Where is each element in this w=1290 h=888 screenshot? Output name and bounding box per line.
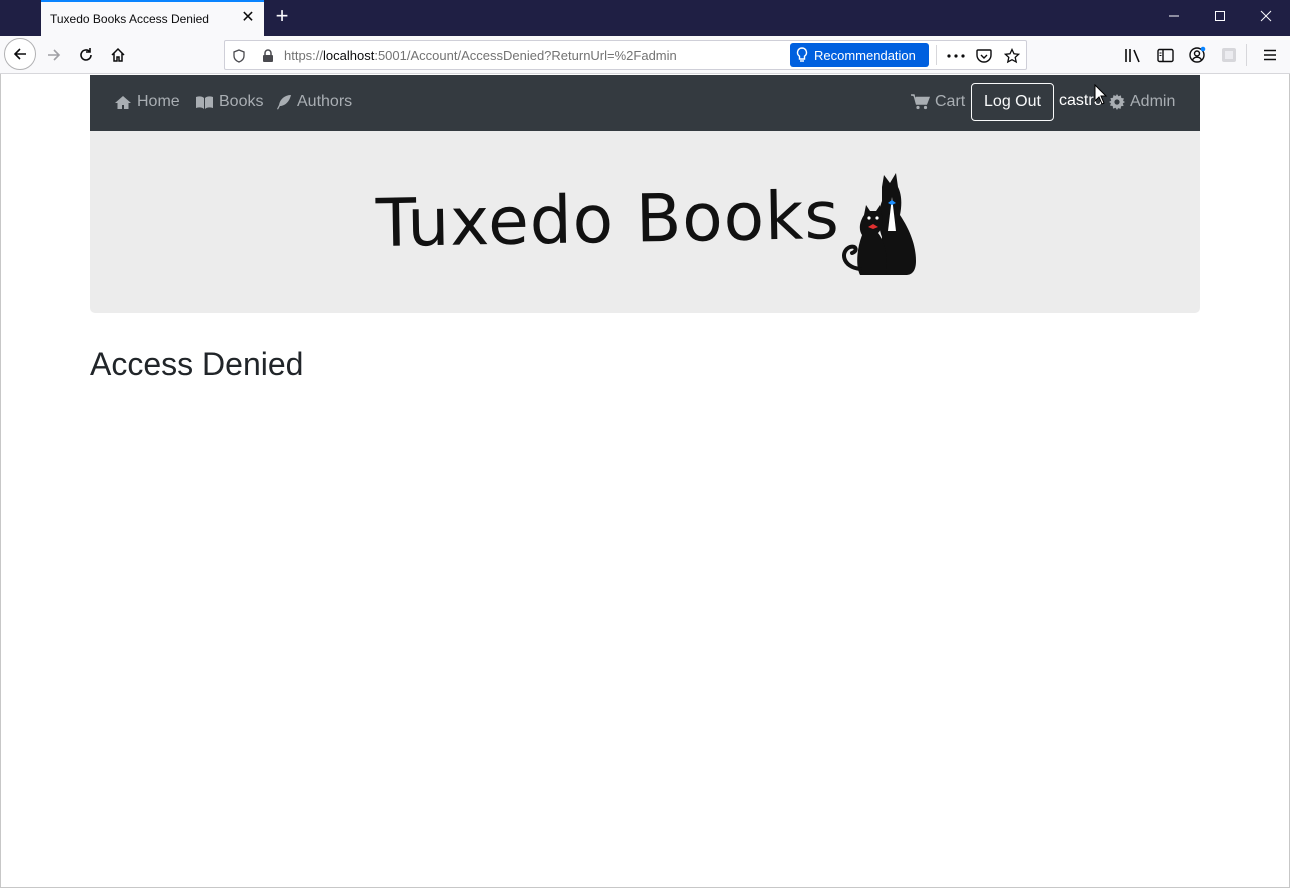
browser-tab-active[interactable]: Tuxedo Books Access Denied ✕ [41, 0, 264, 36]
close-window-icon[interactable] [1243, 0, 1289, 34]
nav-admin-link[interactable]: Admin [1109, 93, 1175, 111]
tab-title: Tuxedo Books Access Denied [50, 12, 209, 26]
url-separator [936, 45, 937, 65]
cart-icon [911, 94, 930, 110]
tuxedo-cats-logo-icon [842, 173, 916, 275]
nav-cart-link[interactable]: Cart [911, 93, 965, 111]
nav-authors-link[interactable]: Authors [276, 93, 352, 111]
url-path: :5001/Account/AccessDenied?ReturnUrl=%2F… [374, 48, 677, 63]
recommendation-label: Recommendation [814, 47, 916, 63]
nav-home-link[interactable]: Home [114, 93, 180, 111]
tab-close-icon[interactable]: ✕ [240, 10, 256, 26]
bookmark-star-icon[interactable] [1002, 46, 1022, 66]
book-open-icon [196, 95, 213, 109]
maximize-icon[interactable] [1197, 0, 1243, 34]
address-bar[interactable]: https://localhost:5001/Account/AccessDen… [224, 40, 1027, 70]
forward-button[interactable] [39, 40, 69, 70]
home-icon [115, 95, 131, 109]
url-prefix: https:// [284, 48, 324, 63]
nav-books-link[interactable]: Books [195, 93, 263, 111]
nav-authors-label: Authors [297, 93, 353, 110]
lock-icon[interactable] [258, 46, 278, 66]
feather-icon [277, 95, 291, 110]
nav-admin-label: Admin [1130, 93, 1176, 110]
home-button[interactable] [103, 40, 133, 70]
minimize-icon[interactable] [1151, 0, 1197, 34]
logo-text: Tuxedo Books [375, 176, 841, 263]
account-icon[interactable] [1186, 44, 1208, 66]
nav-books-label: Books [219, 93, 264, 110]
extension-icon[interactable] [1218, 44, 1240, 66]
recommendation-button[interactable]: Recommendation [790, 43, 929, 67]
url-host: localhost [323, 48, 375, 63]
gear-icon [1109, 94, 1125, 110]
page-actions-icon[interactable] [946, 46, 966, 66]
browser-titlebar: Tuxedo Books Access Denied ✕ + [0, 0, 1290, 36]
pocket-icon[interactable] [974, 46, 994, 66]
sidebar-icon[interactable] [1154, 44, 1176, 66]
mouse-cursor-icon [1094, 84, 1108, 105]
menu-icon[interactable] [1259, 44, 1281, 66]
nav-home-label: Home [137, 93, 180, 110]
back-arrow-icon [13, 48, 26, 60]
reload-icon [80, 48, 92, 61]
browser-toolbar: https://localhost:5001/Account/AccessDen… [0, 36, 1290, 74]
reload-button[interactable] [71, 40, 101, 70]
home-icon [111, 47, 125, 62]
site-navbar: Home Books Authors Cart Log Out castro A… [90, 75, 1200, 131]
logout-button[interactable]: Log Out [971, 83, 1054, 121]
shield-icon[interactable] [229, 46, 249, 66]
toolbar-separator [1246, 44, 1247, 66]
library-icon[interactable] [1122, 44, 1144, 66]
page-title: Access Denied [90, 346, 304, 382]
lightbulb-icon [796, 47, 808, 62]
back-button[interactable] [4, 38, 36, 70]
nav-cart-label: Cart [935, 93, 966, 110]
url-text[interactable]: https://localhost:5001/Account/AccessDen… [284, 48, 677, 63]
site-banner: Tuxedo Books [90, 131, 1200, 313]
forward-arrow-icon [48, 49, 61, 61]
new-tab-icon[interactable]: + [272, 5, 292, 27]
